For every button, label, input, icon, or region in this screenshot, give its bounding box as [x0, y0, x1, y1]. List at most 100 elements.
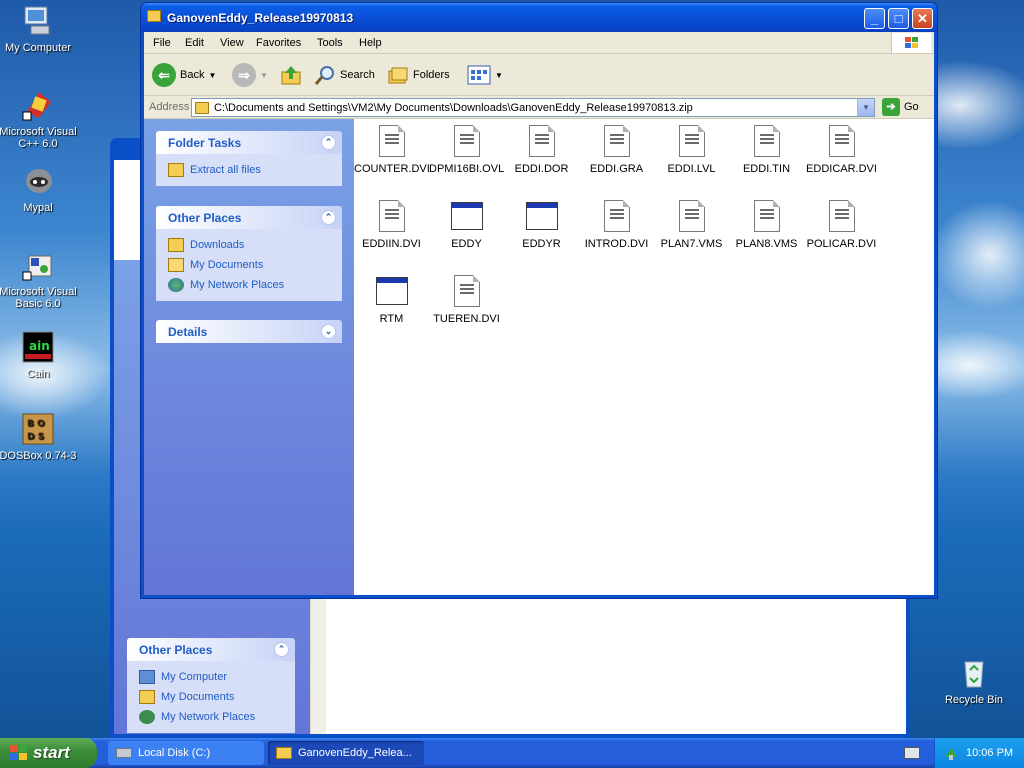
- background-other-places: Other Places ⌃ My Computer My Documents M…: [127, 638, 295, 733]
- zip-folder-icon: [195, 102, 209, 114]
- clock[interactable]: 10:06 PM: [966, 747, 1013, 759]
- menu-view[interactable]: View: [220, 37, 244, 49]
- file-item[interactable]: DPMI16BI.OVL: [429, 119, 504, 175]
- back-button[interactable]: ⇐ Back ▼: [152, 63, 216, 87]
- file-item[interactable]: PLAN8.VMS: [729, 194, 804, 250]
- desktop-icon-dosbox[interactable]: B OD S DOSBox 0.74-3: [0, 412, 78, 462]
- svg-text:ain: ain: [29, 339, 50, 353]
- file-item[interactable]: EDDICAR.DVI: [804, 119, 879, 175]
- windows-logo-icon: [891, 33, 931, 53]
- file-item[interactable]: EDDY: [429, 194, 504, 250]
- file-item[interactable]: COUNTER.DVI: [354, 119, 430, 175]
- minimize-button[interactable]: _: [864, 8, 885, 29]
- search-button[interactable]: Search: [314, 63, 375, 87]
- menu-file[interactable]: File: [153, 37, 171, 49]
- address-bar: Address C:\Documents and Settings\VM2\My…: [144, 96, 934, 119]
- details-panel: Details ⌄: [156, 320, 342, 343]
- bg-link-my-documents[interactable]: My Documents: [139, 687, 295, 707]
- menu-tools[interactable]: Tools: [317, 37, 343, 49]
- address-input[interactable]: C:\Documents and Settings\VM2\My Documen…: [191, 98, 875, 117]
- keyboard-icon[interactable]: [904, 747, 920, 759]
- up-button[interactable]: [280, 63, 302, 87]
- network-icon: [139, 710, 155, 724]
- file-item[interactable]: EDDI.LVL: [654, 119, 729, 175]
- extract-folder-icon: [168, 163, 184, 177]
- link-my-network-places[interactable]: My Network Places: [168, 275, 342, 295]
- desktop-icon-cain[interactable]: ain Cain: [0, 330, 78, 380]
- link-downloads[interactable]: Downloads: [168, 235, 342, 255]
- file-item[interactable]: EDDI.GRA: [579, 119, 654, 175]
- maximize-button[interactable]: □: [888, 8, 909, 29]
- file-name: EDDICAR.DVI: [806, 163, 877, 175]
- file-item[interactable]: POLICAR.DVI: [804, 194, 879, 250]
- file-item[interactable]: EDDI.DOR: [504, 119, 579, 175]
- chevron-up-icon[interactable]: ⌃: [321, 135, 336, 150]
- visual-cpp-icon: [21, 88, 55, 122]
- file-name: EDDY: [451, 238, 482, 250]
- other-places-header[interactable]: Other Places ⌃: [156, 206, 342, 229]
- desktop-icon-my-computer[interactable]: My Computer: [0, 4, 78, 54]
- chevron-up-icon[interactable]: ⌃: [274, 642, 289, 657]
- forward-button[interactable]: ⇒ ▼: [232, 63, 268, 87]
- folder-tasks-header[interactable]: Folder Tasks ⌃: [156, 131, 342, 154]
- computer-icon: [21, 4, 55, 38]
- chevron-down-icon: ▼: [495, 70, 503, 80]
- go-button[interactable]: ➔ Go: [882, 98, 919, 116]
- taskbar: start Local Disk (C:) GanovenEddy_Relea.…: [0, 738, 1024, 768]
- network-icon: [168, 278, 184, 292]
- link-my-documents[interactable]: My Documents: [168, 255, 342, 275]
- bg-link-my-network-places[interactable]: My Network Places: [139, 707, 295, 727]
- file-item[interactable]: EDDYR: [504, 194, 579, 250]
- start-button[interactable]: start: [0, 738, 97, 768]
- application-icon: [375, 277, 408, 305]
- desktop-icon-mypal[interactable]: Mypal: [0, 164, 78, 214]
- menu-bar: File Edit View Favorites Tools Help: [144, 32, 934, 54]
- file-name: RTM: [379, 313, 404, 325]
- file-item[interactable]: INTROD.DVI: [579, 194, 654, 250]
- back-arrow-icon: ⇐: [152, 63, 176, 87]
- safely-remove-icon[interactable]: [943, 745, 959, 761]
- desktop-icon-visual-basic[interactable]: Microsoft Visual Basic 6.0: [0, 248, 78, 310]
- file-name: COUNTER.DVI: [354, 163, 430, 175]
- folders-button[interactable]: Folders: [387, 63, 450, 87]
- close-button[interactable]: ✕: [912, 8, 933, 29]
- document-icon: [678, 200, 705, 232]
- desktop-icon-recycle-bin[interactable]: Recycle Bin: [934, 656, 1014, 706]
- address-dropdown-button[interactable]: ▼: [857, 99, 874, 116]
- bg-link-my-computer[interactable]: My Computer: [139, 667, 295, 687]
- file-name: PLAN7.VMS: [660, 238, 723, 250]
- task-ganoven-eddy[interactable]: GanovenEddy_Relea...: [268, 741, 424, 765]
- drive-icon: [116, 748, 132, 758]
- title-bar[interactable]: GanovenEddy_Release19970813 _ □ ✕: [141, 3, 937, 32]
- desktop-icon-visual-cpp[interactable]: Microsoft Visual C++ 6.0: [0, 88, 78, 150]
- menu-edit[interactable]: Edit: [185, 37, 204, 49]
- document-icon: [603, 200, 630, 232]
- file-item[interactable]: PLAN7.VMS: [654, 194, 729, 250]
- file-item[interactable]: EDDIIN.DVI: [354, 194, 429, 250]
- details-header[interactable]: Details ⌄: [156, 320, 342, 343]
- file-name: EDDI.LVL: [667, 163, 716, 175]
- views-button[interactable]: ▼: [467, 63, 503, 87]
- extract-all-files-link[interactable]: Extract all files: [168, 160, 342, 180]
- file-item[interactable]: EDDI.TIN: [729, 119, 804, 175]
- file-list: COUNTER.DVI DPMI16BI.OVL EDDI.DOR EDDI.GRA E…: [354, 119, 934, 595]
- recycle-bin-icon: [957, 656, 991, 690]
- chevron-up-icon[interactable]: ⌃: [321, 210, 336, 225]
- task-local-disk[interactable]: Local Disk (C:): [108, 741, 264, 765]
- file-item[interactable]: RTM: [354, 269, 429, 325]
- views-icon: [467, 65, 491, 85]
- menu-help[interactable]: Help: [359, 37, 382, 49]
- folder-icon: [168, 238, 184, 252]
- document-icon: [453, 125, 480, 157]
- file-item[interactable]: TUEREN.DVI: [429, 269, 504, 325]
- chevron-down-icon[interactable]: ⌄: [321, 324, 336, 339]
- application-icon: [525, 202, 558, 230]
- chevron-down-icon: ▼: [208, 70, 217, 80]
- file-name: EDDI.TIN: [742, 163, 791, 175]
- menu-favorites[interactable]: Favorites: [256, 37, 301, 49]
- svg-text:D S: D S: [27, 432, 44, 442]
- file-name: EDDYR: [522, 238, 561, 250]
- toolbar: ⇐ Back ▼ ⇒ ▼ Search Folders ▼: [144, 54, 934, 96]
- cain-icon: ain: [21, 330, 55, 364]
- explorer-window[interactable]: GanovenEddy_Release19970813 _ □ ✕ File E…: [140, 2, 938, 599]
